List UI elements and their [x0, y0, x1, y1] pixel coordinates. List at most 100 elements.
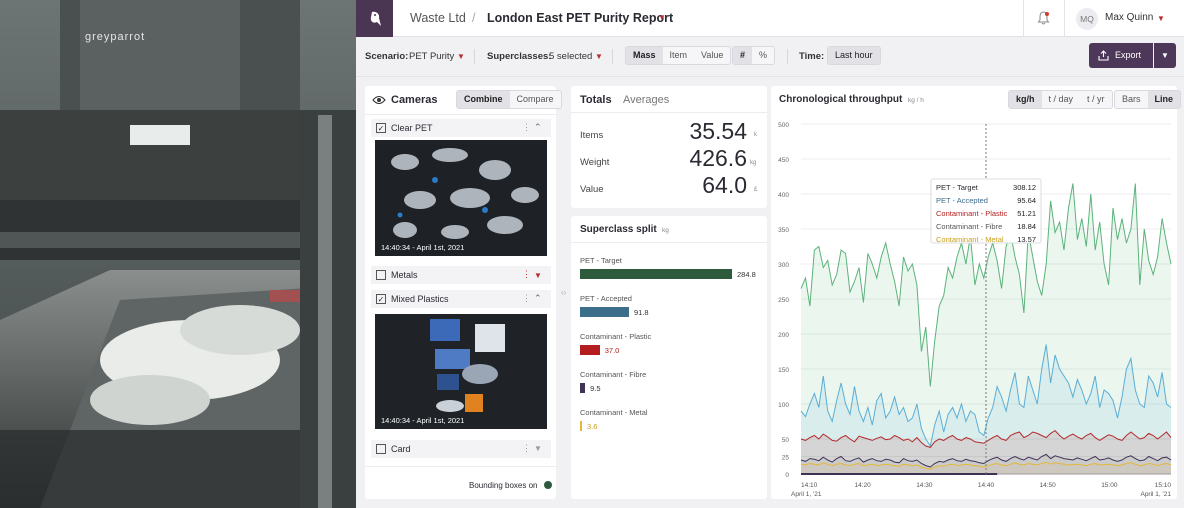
throughput-chart[interactable]: 0 25 50 100 150 200 250 300 350 400 450 500 14:10 14:…: [771, 114, 1177, 499]
rate-kgh-button[interactable]: kg/h: [1009, 91, 1042, 108]
more-options-icon[interactable]: ⋮: [522, 293, 531, 304]
camera-name: Clear PET: [391, 123, 433, 133]
chevron-up-icon[interactable]: ⌃: [534, 293, 542, 304]
throughput-unit: kg / h: [908, 97, 924, 104]
totals-value-value: 64.0: [702, 172, 747, 198]
parrot-logo-icon[interactable]: [356, 0, 393, 37]
chart-style-toggle: Bars Line: [1114, 90, 1182, 109]
y-tick-label: 50: [782, 437, 790, 444]
tab-averages[interactable]: Averages: [623, 94, 669, 106]
user-name[interactable]: Max Quinn: [1105, 12, 1153, 23]
dashboard-app: Waste Ltd / London East PET Purity Repor…: [356, 0, 1184, 508]
y-tick-label: 450: [778, 157, 789, 164]
camera-name: Mixed Plastics: [391, 294, 449, 304]
format-percent-button[interactable]: %: [752, 47, 774, 64]
split-title: Superclass split: [580, 224, 657, 235]
camera-checkbox-checked[interactable]: ✓: [376, 294, 386, 304]
scenario-select[interactable]: PET Purity: [409, 51, 454, 62]
conveyor-photo: greyparrot: [0, 0, 356, 508]
superclasses-label: Superclasses:: [487, 51, 552, 62]
panel-resize-handle-icon[interactable]: ‹›: [561, 288, 566, 297]
camera-name: Card: [391, 444, 411, 454]
throughput-panel: Chronological throughput kg / h kg/h t /…: [771, 86, 1182, 499]
totals-panel: Totals Averages Items 35.54 k Weight 426…: [571, 86, 767, 208]
time-value[interactable]: Last hour: [828, 47, 880, 64]
tab-totals[interactable]: Totals: [580, 94, 612, 106]
camera-checkbox[interactable]: [376, 270, 386, 280]
y-tick-label: 400: [778, 192, 789, 199]
divider: [787, 49, 788, 64]
cameras-panel: Cameras Combine Compare ✓ Clear PET ⋮ ⌃ …: [365, 86, 562, 499]
time-label: Time:: [799, 51, 825, 62]
format-toggle: # %: [732, 46, 776, 65]
divider: [474, 49, 475, 64]
report-title[interactable]: London East PET Purity Report: [487, 11, 673, 25]
camera-row-mixed-plastics[interactable]: ✓ Mixed Plastics ⋮ ⌃: [371, 290, 551, 308]
more-options-icon[interactable]: ⋮: [522, 443, 531, 454]
scenario-label: Scenario:: [365, 51, 409, 62]
y-tick-label: 0: [785, 472, 789, 479]
camera-row-card[interactable]: Card ⋮ ▼: [371, 440, 551, 458]
totals-weight-label: Weight: [580, 157, 610, 168]
x-tick-label: 15:00: [1101, 482, 1118, 489]
rate-tyr-button[interactable]: t / yr: [1080, 91, 1112, 108]
camera-checkbox-checked[interactable]: ✓: [376, 123, 386, 133]
cameras-title: Cameras: [391, 94, 438, 106]
rate-tday-button[interactable]: t / day: [1042, 91, 1081, 108]
split-bar: [580, 307, 629, 317]
divider: [612, 49, 613, 64]
unit-mass-button[interactable]: Mass: [626, 47, 663, 64]
report-title-chevron-down-icon[interactable]: ▼: [658, 13, 666, 22]
unit-item-button[interactable]: Item: [663, 47, 695, 64]
split-row-label: PET - Accepted: [580, 294, 632, 303]
more-options-icon[interactable]: ⋮: [522, 122, 531, 133]
superclasses-select[interactable]: 5 selected: [549, 51, 592, 62]
totals-items-label: Items: [580, 130, 604, 141]
camera-feed-mixed-plastics[interactable]: 14:40:34 - April 1st, 2021: [375, 314, 547, 429]
notification-bell-icon[interactable]: [1037, 11, 1050, 30]
split-row-label: Contaminant - Plastic: [580, 332, 652, 341]
bounding-boxes-toggle[interactable]: [544, 481, 552, 489]
x-tick-label: 14:10: [801, 482, 818, 489]
divider: [571, 242, 767, 243]
tooltip-series-value: 13.57: [1017, 235, 1036, 244]
chevron-up-icon[interactable]: ⌃: [534, 122, 542, 133]
export-button[interactable]: Export: [1089, 43, 1153, 68]
split-bar-value: 9.5: [590, 384, 601, 393]
compare-button[interactable]: Compare: [510, 91, 561, 108]
avatar[interactable]: MQ: [1076, 8, 1098, 30]
divider: [1064, 0, 1065, 37]
x-tick-label: 14:50: [1040, 482, 1057, 489]
split-bar: [580, 269, 732, 279]
time-select[interactable]: Last hour: [827, 46, 881, 65]
time-range-bar: [801, 473, 998, 475]
breadcrumb-org[interactable]: Waste Ltd: [410, 11, 466, 25]
split-bar-value: 284.8: [737, 270, 756, 279]
tooltip-series-name: Contaminant - Fibre: [936, 222, 1002, 231]
totals-value-unit: £: [754, 187, 758, 193]
y-tick-label: 25: [782, 455, 790, 462]
unit-value-button[interactable]: Value: [694, 47, 730, 64]
split-bar-value: 91.8: [633, 308, 649, 317]
style-line-button[interactable]: Line: [1147, 91, 1181, 108]
style-bars-button[interactable]: Bars: [1115, 91, 1148, 108]
x-tick-label: 14:40: [978, 482, 995, 489]
scenario-chevron-down-icon[interactable]: ▼: [457, 52, 465, 61]
export-upload-icon: [1098, 50, 1109, 61]
user-menu-chevron-down-icon[interactable]: ▼: [1157, 14, 1165, 23]
superclass-split-panel: Superclass split kg PET - Target 284.8 PET…: [571, 216, 767, 499]
superclasses-chevron-down-icon[interactable]: ▼: [595, 52, 603, 61]
camera-row-clear-pet[interactable]: ✓ Clear PET ⋮ ⌃: [371, 119, 551, 137]
format-count-button[interactable]: #: [733, 47, 753, 64]
chevron-down-icon[interactable]: ▼: [534, 444, 542, 453]
camera-checkbox[interactable]: [376, 444, 386, 454]
chevron-down-icon[interactable]: ▼: [534, 271, 542, 280]
combine-button[interactable]: Combine: [457, 91, 510, 108]
y-tick-label: 500: [778, 122, 789, 129]
camera-row-metals[interactable]: Metals ⋮ ▼: [371, 266, 551, 284]
export-menu-chevron-down-icon[interactable]: ▼: [1154, 43, 1176, 68]
y-tick-label: 150: [778, 367, 789, 374]
more-options-icon[interactable]: ⋮: [522, 269, 531, 280]
bounding-boxes-label: Bounding boxes on: [469, 481, 538, 490]
camera-feed-clear-pet[interactable]: 14:40:34 - April 1st, 2021: [375, 140, 547, 256]
